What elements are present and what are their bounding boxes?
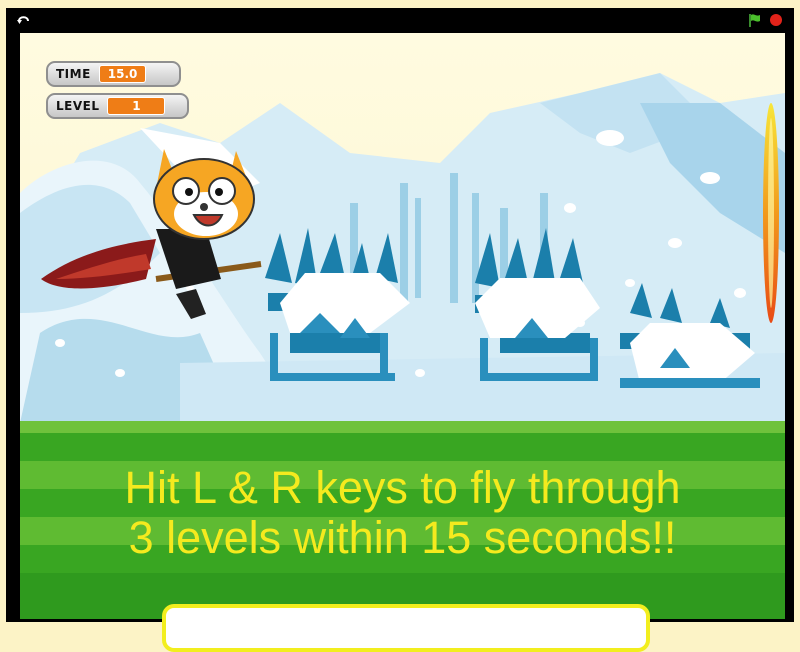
green-flag-icon[interactable] <box>747 12 763 28</box>
scratch-cat-sprite[interactable] <box>36 129 276 329</box>
instructions-line-2: 3 levels within 15 seconds!! <box>128 512 677 563</box>
fullscreen-toggle-icon[interactable] <box>16 12 32 28</box>
level-value: 1 <box>107 97 166 115</box>
time-value: 15.0 <box>98 65 147 83</box>
instructions-text: Hit L & R keys to fly through 3 levels w… <box>20 463 785 563</box>
answer-input-box[interactable] <box>162 604 650 652</box>
time-label: TIME <box>56 67 91 81</box>
instructions-line-1: Hit L & R keys to fly through <box>124 462 681 513</box>
scratch-player-window: TIME 15.0 LEVEL 1 Hit L & R keys to fly … <box>6 8 794 622</box>
game-stage[interactable]: TIME 15.0 LEVEL 1 Hit L & R keys to fly … <box>20 33 785 619</box>
time-monitor: TIME 15.0 <box>46 61 181 87</box>
level-monitor: LEVEL 1 <box>46 93 189 119</box>
stop-icon[interactable] <box>768 12 784 28</box>
player-toolbar <box>6 8 794 32</box>
level-label: LEVEL <box>56 99 100 113</box>
